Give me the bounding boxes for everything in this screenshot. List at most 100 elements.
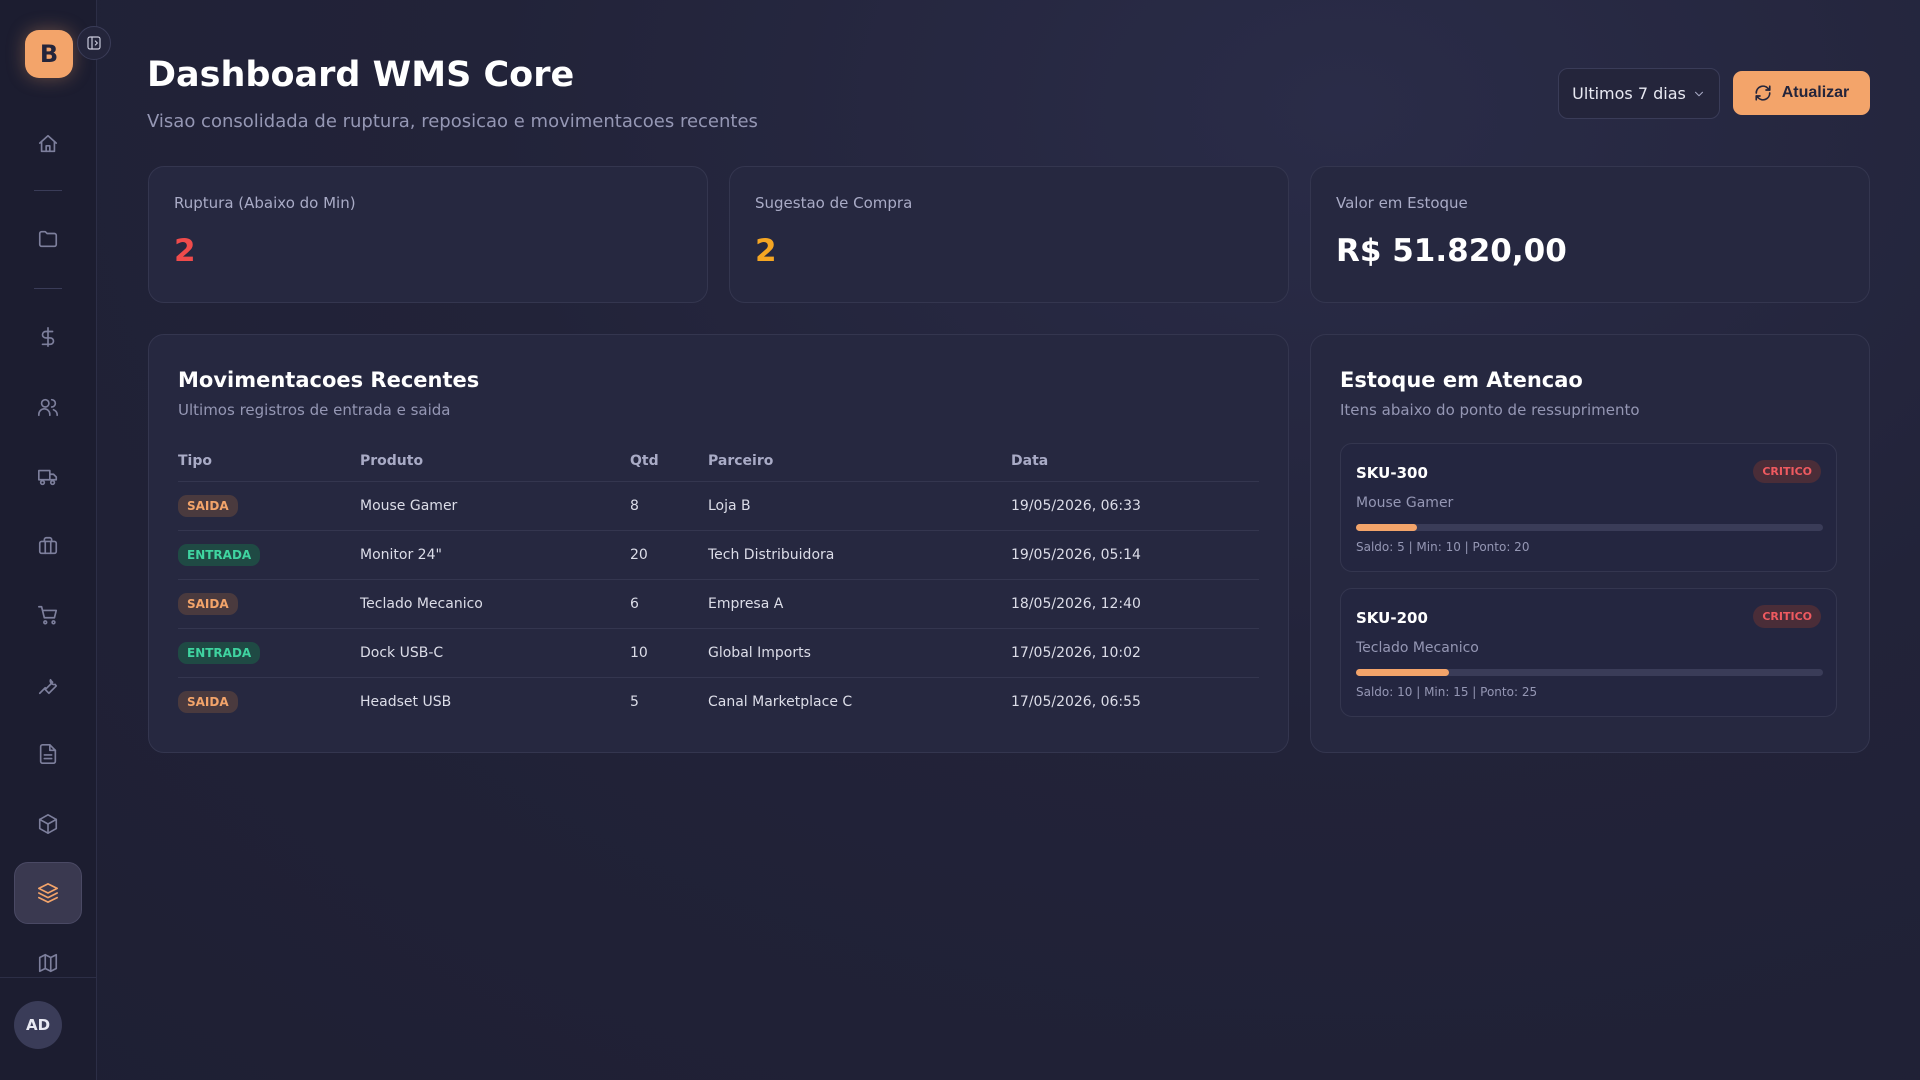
critical-badge: CRITICO bbox=[1753, 460, 1821, 483]
date-cell: 19/05/2026, 05:14 bbox=[1011, 530, 1259, 580]
sku-stock-meta: Saldo: 10 | Min: 15 | Ponto: 25 bbox=[1356, 685, 1538, 699]
column-header-partner: Parceiro bbox=[708, 441, 1011, 482]
movement-type-badge: ENTRADA bbox=[178, 543, 261, 566]
chevron-down-icon bbox=[1694, 91, 1703, 96]
partner-cell: Loja B bbox=[708, 481, 1011, 531]
kpi-value: 2 bbox=[755, 233, 777, 269]
sidebar-divider bbox=[0, 977, 97, 978]
stock-attention-card: Estoque em Atencao Itens abaixo do ponto… bbox=[1310, 334, 1870, 753]
qty-cell: 8 bbox=[630, 481, 708, 531]
date-cell: 17/05/2026, 06:55 bbox=[1011, 693, 1141, 710]
nav-users[interactable] bbox=[24, 383, 72, 431]
nav-divider bbox=[34, 190, 62, 191]
map-icon bbox=[38, 953, 58, 973]
type-cell: SAIDA bbox=[178, 579, 360, 629]
stock-level-bar bbox=[1356, 669, 1823, 676]
attention-item[interactable]: SKU-200 CRITICO Teclado Mecanico Saldo: … bbox=[1340, 588, 1837, 717]
page-subtitle: Visao consolidada de ruptura, reposicao … bbox=[147, 111, 758, 132]
refresh-icon bbox=[1755, 85, 1771, 101]
kpi-label: Valor em Estoque bbox=[1336, 194, 1468, 212]
qty-cell: 5 bbox=[630, 693, 639, 710]
movement-type-badge: ENTRADA bbox=[178, 641, 261, 664]
table-row[interactable]: SAIDA Headset USB 5 Canal Marketplace C … bbox=[178, 677, 1259, 726]
type-cell: ENTRADA bbox=[178, 628, 360, 678]
kpi-value: 2 bbox=[174, 233, 196, 269]
column-header-date: Data bbox=[1011, 441, 1259, 482]
kpi-card-stockout: Ruptura (Abaixo do Min) 2 bbox=[148, 166, 708, 303]
type-cell: ENTRADA bbox=[178, 530, 360, 580]
page-title: Dashboard WMS Core bbox=[147, 55, 575, 95]
sku-code: SKU-300 bbox=[1356, 464, 1428, 482]
table-row[interactable]: ENTRADA Dock USB-C 10 Global Imports 17/… bbox=[178, 628, 1259, 678]
nav-finance[interactable] bbox=[24, 313, 72, 361]
nav-products[interactable] bbox=[24, 800, 72, 848]
table-header-row: Tipo Produto Qtd Parceiro Data bbox=[178, 441, 1259, 482]
package-icon bbox=[38, 814, 58, 834]
briefcase-icon bbox=[38, 536, 58, 555]
product-cell: Dock USB-C bbox=[360, 628, 630, 678]
document-icon bbox=[39, 744, 57, 764]
kpi-label: Ruptura (Abaixo do Min) bbox=[174, 194, 356, 212]
date-range-label: Ultimos 7 dias bbox=[1572, 84, 1686, 103]
date-cell: 18/05/2026, 12:40 bbox=[1011, 579, 1259, 629]
nav-shipping[interactable] bbox=[24, 453, 72, 501]
collapse-sidebar-button[interactable] bbox=[77, 26, 111, 60]
sku-product-name: Mouse Gamer bbox=[1356, 495, 1454, 511]
product-cell: Mouse Gamer bbox=[360, 481, 630, 531]
nav-inventory[interactable] bbox=[14, 862, 82, 924]
kpi-label: Sugestao de Compra bbox=[755, 194, 913, 212]
nav-folder[interactable] bbox=[24, 215, 72, 263]
product-cell: Teclado Mecanico bbox=[360, 579, 630, 629]
nav-sales[interactable] bbox=[24, 591, 72, 639]
nav-home[interactable] bbox=[24, 120, 72, 168]
partner-cell: Empresa A bbox=[708, 579, 1011, 629]
user-avatar[interactable]: AD bbox=[14, 1001, 62, 1049]
brand-logo[interactable]: B bbox=[25, 30, 73, 78]
wrench-icon bbox=[38, 678, 58, 695]
folder-icon bbox=[38, 230, 58, 248]
qty-cell: 6 bbox=[630, 579, 708, 629]
layers-icon bbox=[38, 883, 58, 903]
truck-icon bbox=[38, 469, 58, 486]
qty-cell: 10 bbox=[630, 628, 708, 678]
sku-product-name: Teclado Mecanico bbox=[1356, 640, 1479, 656]
users-icon bbox=[38, 398, 58, 417]
partner-cell: Tech Distribuidora bbox=[708, 530, 1011, 580]
product-cell: Headset USB bbox=[360, 693, 452, 710]
refresh-button[interactable]: Atualizar bbox=[1733, 71, 1870, 115]
table-row[interactable]: SAIDA Teclado Mecanico 6 Empresa A 18/05… bbox=[178, 579, 1259, 629]
sku-code: SKU-200 bbox=[1356, 609, 1428, 627]
section-title: Movimentacoes Recentes bbox=[178, 368, 480, 392]
movement-type-badge: SAIDA bbox=[178, 494, 238, 517]
home-icon bbox=[38, 134, 58, 153]
nav-map[interactable] bbox=[24, 939, 72, 987]
movement-type-badge: SAIDA bbox=[178, 690, 238, 713]
stock-level-fill bbox=[1356, 669, 1450, 676]
date-range-select[interactable]: Ultimos 7 dias bbox=[1558, 68, 1720, 119]
date-cell: 17/05/2026, 10:02 bbox=[1011, 628, 1259, 678]
movements-table: Tipo Produto Qtd Parceiro Data SAIDA Mou… bbox=[178, 441, 1259, 726]
sidebar-toggle-icon bbox=[87, 36, 101, 50]
movement-type-badge: SAIDA bbox=[178, 592, 238, 615]
table-row[interactable]: ENTRADA Monitor 24" 20 Tech Distribuidor… bbox=[178, 530, 1259, 580]
cart-icon bbox=[38, 605, 58, 625]
nav-divider bbox=[34, 288, 62, 289]
qty-cell: 20 bbox=[630, 530, 708, 580]
stock-level-fill bbox=[1356, 524, 1417, 531]
nav-business[interactable] bbox=[24, 522, 72, 570]
critical-badge: CRITICO bbox=[1753, 605, 1821, 628]
nav-documents[interactable] bbox=[24, 730, 72, 778]
kpi-card-purchase-suggestion: Sugestao de Compra 2 bbox=[729, 166, 1289, 303]
nav-tools[interactable] bbox=[24, 661, 72, 709]
column-header-qty: Qtd bbox=[630, 441, 708, 482]
section-subtitle: Itens abaixo do ponto de ressuprimento bbox=[1340, 401, 1640, 419]
kpi-value: R$ 51.820,00 bbox=[1336, 233, 1567, 269]
section-subtitle: Ultimos registros de entrada e saida bbox=[178, 401, 451, 419]
stock-level-bar bbox=[1356, 524, 1823, 531]
sidebar: B AD bbox=[0, 0, 111, 1080]
table-row[interactable]: SAIDA Mouse Gamer 8 Loja B 19/05/2026, 0… bbox=[178, 481, 1259, 531]
column-header-type: Tipo bbox=[178, 441, 360, 482]
attention-item[interactable]: SKU-300 CRITICO Mouse Gamer Saldo: 5 | M… bbox=[1340, 443, 1837, 572]
kpi-card-stock-value: Valor em Estoque R$ 51.820,00 bbox=[1310, 166, 1870, 303]
type-cell: SAIDA bbox=[178, 677, 360, 726]
